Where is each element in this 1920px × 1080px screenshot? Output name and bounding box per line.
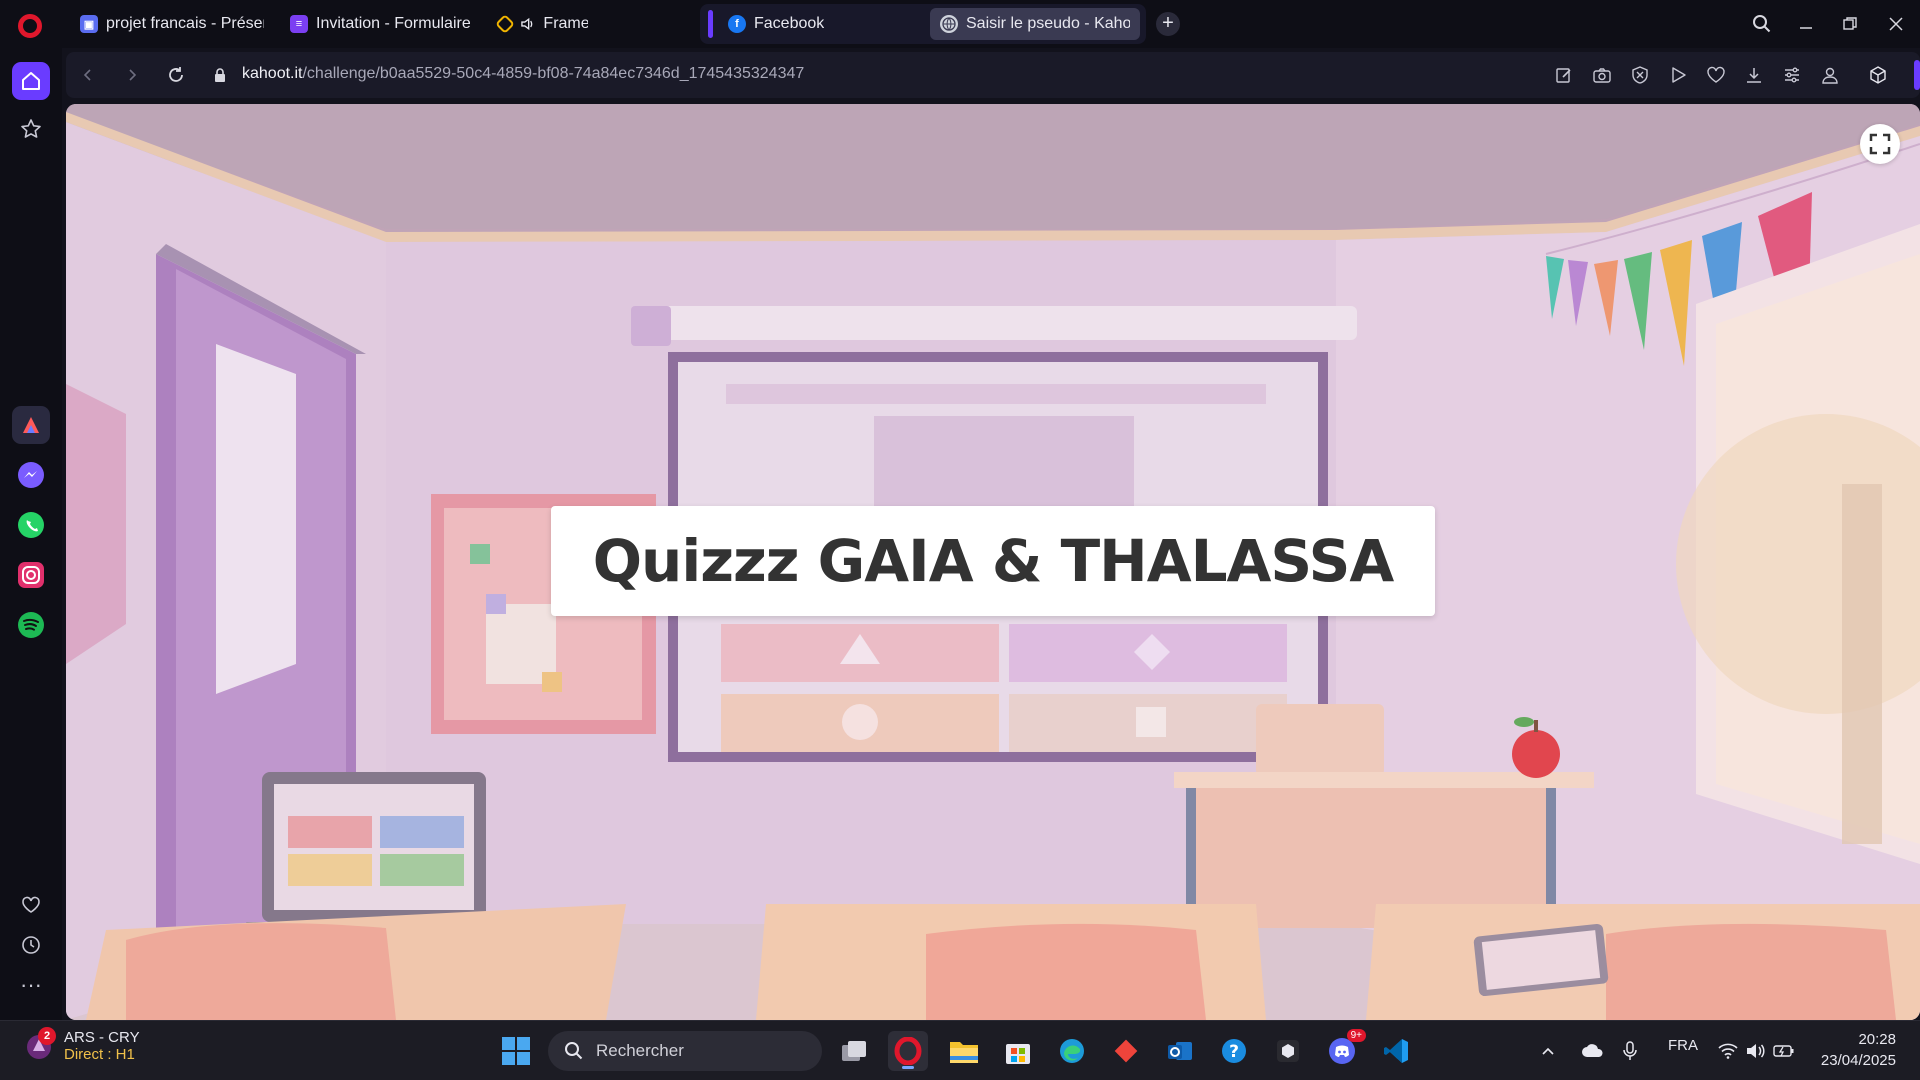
anydesk-icon[interactable] xyxy=(1106,1031,1146,1071)
new-tab-button[interactable]: + xyxy=(1156,12,1180,36)
easy-setup-icon[interactable] xyxy=(1780,63,1804,87)
quiz-title-card: Quizzz GAIA & THALASSA xyxy=(551,506,1435,616)
url-field[interactable]: kahoot.it/challenge/b0aa5529-50c4-4859-b… xyxy=(242,65,804,83)
discord-icon[interactable]: 9+ xyxy=(1322,1029,1366,1071)
outlook-icon[interactable] xyxy=(1160,1031,1200,1071)
clock-time: 20:28 xyxy=(1858,1031,1896,1048)
system-clock[interactable]: 20:28 23/04/2025 xyxy=(1821,1029,1896,1071)
opera-sidebar: ··· xyxy=(0,48,62,1020)
tab-title: Saisir le pseudo - Kahoots xyxy=(966,15,1130,32)
facebook-icon: f xyxy=(728,15,746,33)
fullscreen-button[interactable] xyxy=(1860,124,1900,164)
messenger-icon[interactable] xyxy=(12,456,50,494)
tab-frame[interactable]: Frame xyxy=(488,8,598,40)
star-icon[interactable] xyxy=(12,110,50,148)
show-hidden-icons-chevron-icon[interactable] xyxy=(1534,1031,1562,1071)
tab-island-indicator xyxy=(708,10,713,38)
tab-title: Frame xyxy=(543,15,588,32)
notification-badge: 2 xyxy=(38,1027,56,1045)
edge-icon[interactable] xyxy=(1052,1031,1092,1071)
extensions-cube-icon[interactable] xyxy=(1866,63,1890,87)
windows-taskbar: 2 ARS - CRY Direct : H1 Rechercher ? 9+ … xyxy=(0,1020,1920,1080)
close-icon[interactable] xyxy=(1882,10,1910,38)
minimize-icon[interactable] xyxy=(1792,10,1820,38)
opera-icon xyxy=(894,1037,922,1065)
wifi-icon[interactable] xyxy=(1714,1031,1742,1071)
sidebar-accent xyxy=(1914,60,1920,90)
vscode-icon[interactable] xyxy=(1376,1031,1416,1071)
clock-date: 23/04/2025 xyxy=(1820,1052,1896,1069)
volume-icon[interactable] xyxy=(1742,1031,1770,1071)
battery-icon[interactable] xyxy=(1770,1031,1798,1071)
language-indicator[interactable]: FRA xyxy=(1668,1037,1698,1054)
whatsapp-icon[interactable] xyxy=(12,506,50,544)
profile-icon[interactable] xyxy=(1818,63,1842,87)
speaker-icon[interactable] xyxy=(520,16,535,32)
tab-kahoot[interactable]: Saisir le pseudo - Kahoots xyxy=(930,8,1140,40)
onedrive-cloud-icon[interactable] xyxy=(1576,1031,1610,1071)
url-path: /challenge/b0aa5529-50c4-4859-bf08-74a84… xyxy=(302,65,805,82)
home-icon[interactable] xyxy=(12,62,50,100)
frame-icon xyxy=(495,14,515,34)
search-tabs-icon[interactable] xyxy=(1748,10,1776,38)
app-cube-icon[interactable] xyxy=(1268,1031,1308,1071)
spotify-icon[interactable] xyxy=(12,606,50,644)
microphone-icon[interactable] xyxy=(1616,1031,1644,1071)
lock-icon[interactable] xyxy=(206,61,234,89)
presentation-icon: ▣ xyxy=(80,15,98,33)
taskbar-opera[interactable] xyxy=(888,1031,928,1071)
more-icon[interactable]: ··· xyxy=(12,966,50,1004)
globe-icon xyxy=(940,15,958,33)
reload-icon[interactable] xyxy=(162,61,190,89)
kahoot-page: Quizzz GAIA & THALASSA xyxy=(66,104,1920,1020)
snapshot-edit-icon[interactable] xyxy=(1552,63,1576,87)
windows-icon xyxy=(502,1037,530,1065)
search-placeholder: Rechercher xyxy=(596,1041,684,1060)
widget-line2: Direct : H1 xyxy=(64,1046,135,1063)
svg-text:?: ? xyxy=(1229,1042,1239,1062)
adblock-shield-icon[interactable] xyxy=(1628,63,1652,87)
aria-icon[interactable] xyxy=(12,406,50,444)
history-icon[interactable] xyxy=(12,926,50,964)
start-button[interactable] xyxy=(496,1031,536,1071)
player-icon[interactable] xyxy=(1666,63,1690,87)
tab-title: Invitation - Formulaire de xyxy=(316,15,470,32)
active-indicator xyxy=(902,1066,914,1069)
task-view-icon[interactable] xyxy=(834,1031,874,1071)
search-icon xyxy=(565,1042,583,1060)
fullscreen-icon xyxy=(1869,133,1891,155)
discord-badge: 9+ xyxy=(1346,1029,1366,1042)
file-explorer-icon[interactable] xyxy=(944,1031,984,1071)
taskbar-search[interactable]: Rechercher xyxy=(548,1031,822,1071)
back-icon[interactable] xyxy=(74,61,102,89)
form-icon: ≡ xyxy=(290,15,308,33)
tab-invitation-form[interactable]: ≡ Invitation - Formulaire de xyxy=(280,8,480,40)
camera-icon[interactable] xyxy=(1590,63,1614,87)
help-icon[interactable]: ? xyxy=(1214,1031,1254,1071)
opera-logo-icon[interactable] xyxy=(18,14,42,38)
microsoft-store-icon[interactable] xyxy=(998,1031,1038,1071)
tab-title: projet francais - Présentati xyxy=(106,15,264,32)
address-bar: kahoot.it/challenge/b0aa5529-50c4-4859-b… xyxy=(66,52,1920,98)
heart-icon[interactable] xyxy=(12,886,50,924)
browser-tab-strip: ▣ projet francais - Présentati ≡ Invitat… xyxy=(0,0,1920,48)
download-icon[interactable] xyxy=(1742,63,1766,87)
tab-title: Facebook xyxy=(754,15,825,32)
widgets-button[interactable]: 2 ARS - CRY Direct : H1 xyxy=(24,1027,140,1063)
tab-facebook[interactable]: f Facebook xyxy=(718,8,918,40)
quiz-title: Quizzz GAIA & THALASSA xyxy=(592,527,1395,595)
tab-presentation[interactable]: ▣ projet francais - Présentati xyxy=(70,8,274,40)
widget-line1: ARS - CRY xyxy=(64,1029,140,1046)
instagram-icon[interactable] xyxy=(12,556,50,594)
forward-icon[interactable] xyxy=(118,61,146,89)
url-host: kahoot.it xyxy=(242,65,303,82)
favorite-heart-icon[interactable] xyxy=(1704,63,1728,87)
restore-icon[interactable] xyxy=(1836,10,1864,38)
